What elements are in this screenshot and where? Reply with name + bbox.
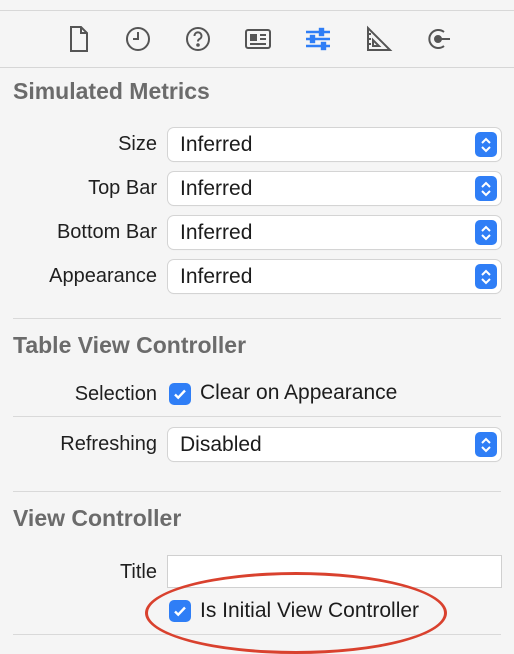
clear-on-appearance-checkbox[interactable] [169, 383, 191, 405]
appearance-value: Inferred [180, 265, 253, 288]
top-bar-label: Top Bar [88, 177, 157, 199]
table-view-controller-title: Table View Controller [13, 332, 247, 358]
view-controller-title: View Controller [13, 505, 182, 531]
size-select[interactable]: Inferred [168, 128, 501, 161]
inspector-toolbar [0, 11, 514, 68]
title-label: Title [119, 561, 157, 583]
top-bar-value: Inferred [180, 177, 253, 200]
selection-label: Selection [74, 383, 157, 405]
refreshing-label: Refreshing [60, 433, 157, 455]
chevron-updown-icon [475, 264, 497, 289]
refreshing-value: Disabled [180, 433, 262, 456]
clock-icon[interactable] [122, 23, 154, 55]
bottom-bar-label: Bottom Bar [56, 221, 157, 243]
file-icon[interactable] [62, 23, 94, 55]
ruler-icon[interactable] [362, 23, 394, 55]
bottom-bar-value: Inferred [180, 221, 253, 244]
identity-card-icon[interactable] [242, 23, 274, 55]
section-divider [13, 491, 501, 492]
section-divider [13, 318, 501, 319]
appearance-label: Appearance [49, 265, 157, 287]
clear-on-appearance-label: Clear on Appearance [200, 381, 398, 404]
title-input[interactable] [168, 556, 501, 587]
chevron-updown-icon [475, 176, 497, 201]
chevron-updown-icon [475, 432, 497, 457]
bottom-bar-select[interactable]: Inferred [168, 216, 501, 249]
appearance-select[interactable]: Inferred [168, 260, 501, 293]
sliders-icon[interactable] [302, 23, 334, 55]
connections-icon[interactable] [422, 23, 454, 55]
checkmark-icon [174, 606, 186, 617]
checkmark-icon [174, 389, 186, 400]
simulated-metrics-title: Simulated Metrics [13, 78, 210, 104]
size-value: Inferred [180, 133, 253, 156]
help-icon[interactable] [182, 23, 214, 55]
refreshing-select[interactable]: Disabled [168, 428, 501, 461]
chevron-updown-icon [475, 220, 497, 245]
size-label: Size [118, 133, 157, 155]
is-initial-view-controller-label: Is Initial View Controller [200, 599, 420, 622]
row-divider [13, 416, 501, 417]
is-initial-view-controller-checkbox[interactable] [169, 600, 191, 622]
chevron-updown-icon [475, 132, 497, 157]
top-bar-select[interactable]: Inferred [168, 172, 501, 205]
row-divider [13, 634, 501, 635]
